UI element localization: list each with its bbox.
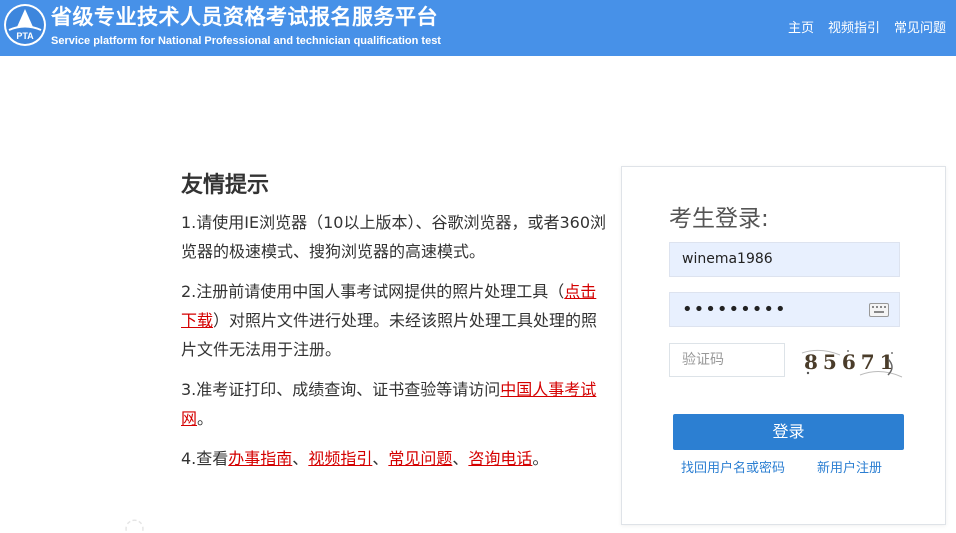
faq-link[interactable]: 常见问题	[388, 449, 452, 468]
tip-view-pre: 4.查看	[181, 449, 229, 468]
nav-faq[interactable]: 常见问题	[894, 17, 946, 36]
tip-photo-tool: 2.注册前请使用中国人事考试网提供的照片处理工具（点击下载）对照片文件进行处理。…	[181, 277, 606, 364]
top-nav: 主页 视频指引 常见问题	[788, 17, 946, 36]
guide-link[interactable]: 办事指南	[228, 449, 292, 468]
tip-exam-site: 3.准考证打印、成绩查询、证书查验等请访问中国人事考试网。	[181, 375, 606, 433]
link-separator: 、	[292, 449, 309, 468]
password-input[interactable]: •••••••••	[669, 292, 900, 327]
tips-title: 友情提示	[181, 173, 270, 198]
tip-view-links: 4.查看办事指南、视频指引、常见问题、咨询电话。	[181, 444, 606, 473]
password-mask: •••••••••	[682, 299, 787, 320]
site-subtitle: Service platform for National Profession…	[51, 35, 441, 47]
register-link[interactable]: 新用户注册	[817, 457, 882, 476]
link-separator: 、	[372, 449, 389, 468]
username-input[interactable]: winema1986	[669, 242, 900, 277]
captcha-code: 85671	[804, 350, 899, 374]
captcha-image[interactable]: 85671	[800, 345, 904, 381]
video-guide-link[interactable]: 视频指引	[308, 449, 372, 468]
pta-logo-icon: PTA	[4, 4, 46, 46]
tips-section: 友情提示 1.请使用IE浏览器（10以上版本）、谷歌浏览器，或者360浏览器的极…	[181, 167, 606, 484]
tip-photo-tool-pre: 2.注册前请使用中国人事考试网提供的照片处理工具（	[181, 282, 565, 301]
top-header: PTA 省级专业技术人员资格考试报名服务平台 Service platform …	[0, 0, 956, 56]
tip-exam-site-post: 。	[197, 409, 214, 428]
site-title: 省级专业技术人员资格考试报名服务平台	[51, 5, 438, 29]
login-title: 考生登录:	[669, 206, 769, 232]
tip-photo-tool-post: ）对照片文件进行处理。未经该照片处理工具处理的照片文件无法用于注册。	[181, 311, 598, 359]
tip-view-post: 。	[532, 449, 549, 468]
tip-browser: 1.请使用IE浏览器（10以上版本）、谷歌浏览器，或者360浏览器的极速模式、搜…	[181, 208, 606, 266]
tip-exam-site-pre: 3.准考证打印、成绩查询、证书查验等请访问	[181, 380, 501, 399]
logo-text: PTA	[16, 31, 34, 41]
nav-home[interactable]: 主页	[788, 17, 814, 36]
login-panel: 考生登录: winema1986 ••••••••• 验证码 85671 登录 …	[621, 166, 946, 525]
recover-account-link[interactable]: 找回用户名或密码	[681, 457, 785, 476]
keyboard-icon[interactable]	[869, 303, 889, 317]
tip-browser-text: 1.请使用IE浏览器（10以上版本）、谷歌浏览器，或者360浏览器的极速模式、搜…	[181, 213, 606, 261]
login-button[interactable]: 登录	[673, 414, 904, 450]
captcha-input[interactable]: 验证码	[669, 343, 785, 377]
watermark-glyph-icon: ◌	[124, 513, 145, 533]
link-separator: 、	[452, 449, 469, 468]
hotline-link[interactable]: 咨询电话	[468, 449, 532, 468]
nav-video-guide[interactable]: 视频指引	[828, 17, 880, 36]
